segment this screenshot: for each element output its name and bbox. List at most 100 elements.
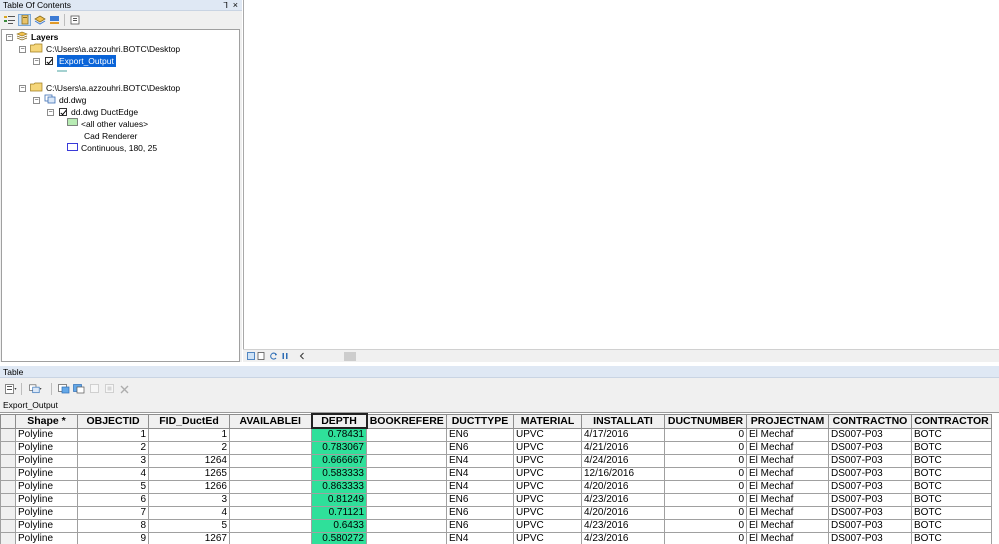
layers-root-label[interactable]: Layers (31, 31, 58, 43)
table-cell[interactable]: 0 (664, 532, 747, 544)
table-cell[interactable]: UPVC (513, 480, 582, 494)
table-cell[interactable]: 1265 (148, 467, 230, 481)
row-selector[interactable] (0, 506, 16, 520)
table-cell[interactable]: DS007-P03 (828, 480, 912, 494)
row-selector[interactable] (0, 467, 16, 481)
list-by-visibility-icon[interactable] (33, 14, 46, 26)
table-cell[interactable] (229, 506, 312, 520)
table-cell[interactable]: EN6 (446, 519, 514, 533)
list-by-drawing-order-icon[interactable] (3, 14, 16, 26)
table-cell[interactable]: UPVC (513, 493, 582, 507)
column-header[interactable]: Shape * (15, 413, 78, 429)
options-icon[interactable] (68, 14, 81, 26)
table-cell[interactable]: 0 (664, 441, 747, 455)
table-cell[interactable] (229, 480, 312, 494)
switch-selection-icon[interactable] (72, 383, 85, 395)
table-cell[interactable]: Polyline (15, 532, 78, 544)
table-cell[interactable]: 6 (77, 493, 149, 507)
table-cell[interactable]: El Mechaf (746, 454, 829, 468)
table-cell[interactable]: Polyline (15, 467, 78, 481)
table-cell[interactable]: El Mechaf (746, 480, 829, 494)
collapse-ductedge-toggle[interactable]: − (47, 109, 54, 116)
table-cell[interactable]: 3 (77, 454, 149, 468)
table-cell[interactable] (229, 532, 312, 544)
data-view-icon[interactable] (247, 352, 255, 360)
table-cell[interactable]: 2 (148, 441, 230, 455)
scroll-left-icon[interactable] (298, 352, 306, 360)
table-row[interactable]: Polyline 6 3 0.81249 EN6 UPVC 4/23/2016 0 El Mec… (0, 493, 992, 507)
table-cell[interactable]: 4/17/2016 (581, 427, 665, 442)
table-cell[interactable]: 0.583333 (311, 467, 367, 481)
table-cell[interactable]: EN6 (446, 441, 514, 455)
select-by-attributes-icon[interactable] (57, 383, 70, 395)
table-cell[interactable]: EN4 (446, 454, 514, 468)
table-cell[interactable]: 0.6433 (311, 519, 367, 533)
table-cell[interactable]: EN4 (446, 532, 514, 544)
table-options-icon[interactable] (4, 383, 17, 395)
table-cell[interactable] (229, 441, 312, 455)
close-icon[interactable]: × (233, 0, 238, 11)
folder2-path[interactable]: C:\Users\a.azzouhri.BOTC\Desktop (46, 82, 180, 94)
table-cell[interactable]: Polyline (15, 427, 78, 442)
table-cell[interactable]: El Mechaf (746, 427, 829, 442)
table-cell[interactable]: 3 (148, 493, 230, 507)
clear-selection-icon[interactable] (88, 383, 101, 395)
line-symbol-icon[interactable] (56, 66, 68, 78)
row-selector[interactable] (0, 441, 16, 455)
table-cell[interactable]: 0 (664, 427, 747, 442)
table-cell[interactable]: 0 (664, 480, 747, 494)
table-cell[interactable]: DS007-P03 (828, 506, 912, 520)
table-cell[interactable]: 0 (664, 454, 747, 468)
table-row[interactable]: Polyline 7 4 0.71121 EN6 UPVC 4/20/2016 0 El Mec… (0, 506, 992, 520)
table-cell[interactable] (366, 441, 447, 455)
table-row[interactable]: Polyline 8 5 0.6433 EN6 UPVC 4/23/2016 0 El Mech… (0, 519, 992, 533)
table-cell[interactable]: UPVC (513, 532, 582, 544)
column-header[interactable]: AVAILABLEI (229, 413, 312, 429)
list-by-source-icon[interactable] (18, 14, 31, 26)
column-header[interactable]: OBJECTID (77, 413, 149, 429)
table-cell[interactable]: 0.580272 (311, 532, 367, 544)
table-cell[interactable]: DS007-P03 (828, 532, 912, 544)
row-selector-header[interactable] (0, 413, 16, 429)
table-cell[interactable]: EN4 (446, 467, 514, 481)
table-cell[interactable]: BOTC (911, 441, 992, 455)
table-cell[interactable]: 4/20/2016 (581, 506, 665, 520)
table-cell[interactable]: 4/23/2016 (581, 519, 665, 533)
table-cell[interactable]: 1 (148, 427, 230, 442)
table-cell[interactable]: 0.783067 (311, 441, 367, 455)
table-cell[interactable]: EN6 (446, 493, 514, 507)
legend-continuous[interactable]: Continuous, 180, 25 (81, 142, 157, 154)
table-cell[interactable]: Polyline (15, 454, 78, 468)
fill-symbol-icon[interactable] (67, 118, 78, 130)
layer-ductedge[interactable]: dd.dwg DuctEdge (71, 106, 138, 118)
table-cell[interactable]: 0 (664, 519, 747, 533)
table-cell[interactable]: 4/23/2016 (581, 493, 665, 507)
table-cell[interactable]: EN4 (446, 480, 514, 494)
table-cell[interactable] (366, 454, 447, 468)
legend-other-values[interactable]: <all other values> (81, 118, 148, 130)
table-cell[interactable]: 4/20/2016 (581, 480, 665, 494)
layout-view-icon[interactable] (257, 352, 265, 360)
collapse-dwg-toggle[interactable]: − (33, 97, 40, 104)
column-header[interactable]: DUCTTYPE (446, 413, 514, 429)
table-cell[interactable]: 1267 (148, 532, 230, 544)
table-cell[interactable]: 5 (148, 519, 230, 533)
table-cell[interactable]: UPVC (513, 519, 582, 533)
pause-icon[interactable] (281, 352, 289, 360)
table-cell[interactable]: EN6 (446, 427, 514, 442)
table-cell[interactable]: 8 (77, 519, 149, 533)
table-cell[interactable]: 12/16/2016 (581, 467, 665, 481)
table-cell[interactable]: BOTC (911, 493, 992, 507)
table-cell[interactable]: 4 (148, 506, 230, 520)
delete-selected-icon[interactable] (118, 383, 131, 395)
collapse-folder2-toggle[interactable]: − (19, 85, 26, 92)
table-cell[interactable] (366, 519, 447, 533)
table-cell[interactable]: 1266 (148, 480, 230, 494)
table-cell[interactable]: BOTC (911, 532, 992, 544)
table-cell[interactable]: Polyline (15, 506, 78, 520)
table-row[interactable]: Polyline 9 1267 0.580272 EN4 UPVC 4/23/2016 0 El… (0, 532, 992, 544)
folder1-path[interactable]: C:\Users\a.azzouhri.BOTC\Desktop (46, 43, 180, 55)
table-cell[interactable]: BOTC (911, 506, 992, 520)
table-cell[interactable]: 4 (77, 467, 149, 481)
table-cell[interactable]: 2 (77, 441, 149, 455)
